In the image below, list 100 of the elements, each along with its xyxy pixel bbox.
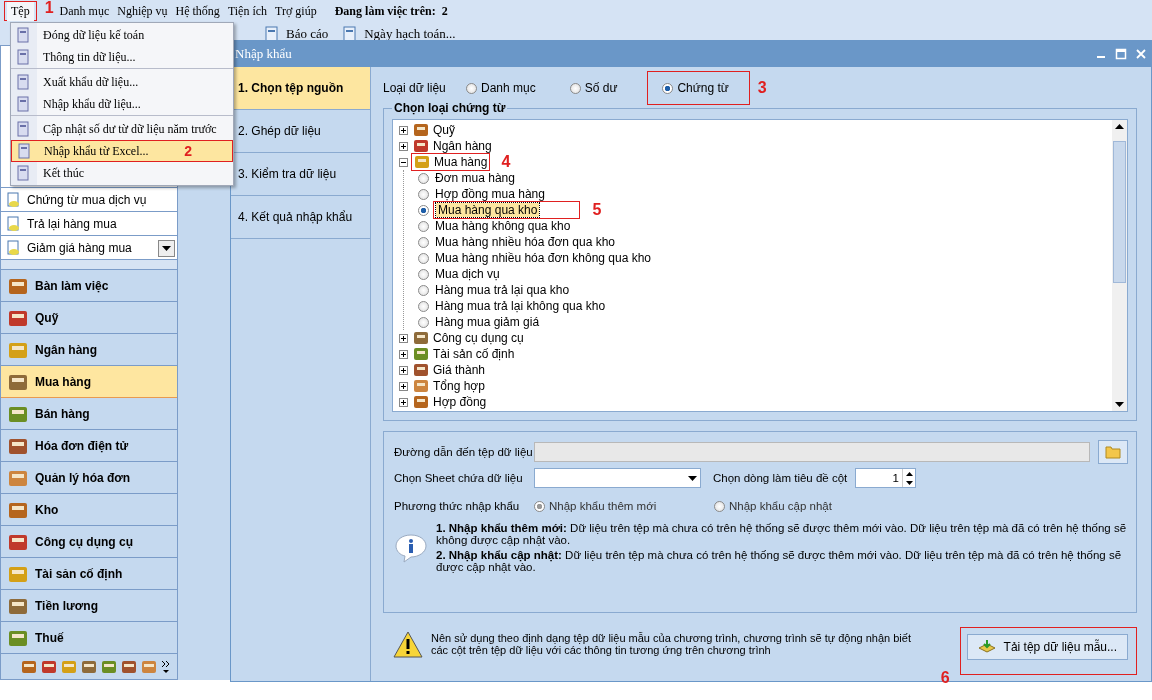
module-button[interactable]: Hóa đơn điện tử: [1, 430, 177, 462]
wizard-step[interactable]: 1. Chọn tệp nguồn: [231, 67, 370, 110]
tree-node[interactable]: Giá thành: [433, 363, 486, 377]
tree-leaf[interactable]: Mua dịch vụ: [433, 267, 502, 281]
tree-leaf[interactable]: Mua hàng nhiều hóa đơn qua kho: [433, 235, 617, 249]
radio-button[interactable]: [418, 188, 429, 200]
tree-node[interactable]: Quỹ: [433, 123, 455, 137]
tree-leaf[interactable]: Đơn mua hàng: [433, 171, 517, 185]
radio-option[interactable]: Chứng từ: [658, 78, 733, 98]
scrollbar-thumb[interactable]: [1113, 141, 1126, 283]
radio-button[interactable]: [418, 300, 429, 312]
module-button[interactable]: Công cụ dụng cụ: [1, 526, 177, 558]
tree-leaf[interactable]: Mua hàng không qua kho: [433, 219, 573, 233]
tree-leaf[interactable]: Hàng mua trả lại qua kho: [433, 283, 572, 297]
module-button[interactable]: Bàn làm việc: [1, 270, 177, 302]
tile-icon[interactable]: [81, 658, 97, 675]
module-button[interactable]: Tài sản cố định: [1, 558, 177, 590]
radio-button[interactable]: [534, 500, 545, 512]
browse-button[interactable]: [1098, 440, 1128, 464]
tree-leaf[interactable]: Hợp đồng mua hàng: [433, 187, 547, 201]
module-button[interactable]: Tiền lương: [1, 590, 177, 622]
radio-button[interactable]: [418, 172, 429, 184]
tree-node[interactable]: Ngân hàng: [433, 139, 492, 153]
radio-button[interactable]: [418, 268, 429, 280]
tree-leaf[interactable]: Mua hàng qua kho: [436, 203, 540, 217]
tile-icon[interactable]: [101, 658, 117, 675]
expand-icon[interactable]: [399, 141, 408, 151]
tree-node[interactable]: Công cụ dụng cụ: [433, 331, 524, 345]
radio-button[interactable]: [418, 316, 429, 328]
tree-leaf[interactable]: Hàng mua giảm giá: [433, 315, 542, 329]
chevron-icon[interactable]: [161, 659, 171, 674]
menu-item[interactable]: Tiện ích: [223, 1, 272, 21]
tree-node[interactable]: Hợp đồng: [433, 395, 487, 409]
download-template-button[interactable]: Tải tệp dữ liệu mẫu...: [966, 634, 1128, 660]
number-spinner[interactable]: 1: [855, 468, 916, 488]
list-item[interactable]: Chứng từ mua dịch vụ: [1, 187, 177, 211]
close-icon[interactable]: [1135, 48, 1147, 60]
annotation-number: 6: [940, 669, 950, 687]
expand-icon[interactable]: [399, 397, 408, 407]
radio-button[interactable]: [418, 220, 429, 232]
list-item[interactable]: Trả lại hàng mua: [1, 211, 177, 235]
radio-button[interactable]: [418, 284, 429, 296]
expand-icon[interactable]: [399, 365, 408, 375]
down-arrow-icon[interactable]: [905, 480, 913, 485]
splitter-grip[interactable]: [1, 260, 177, 270]
expand-icon[interactable]: [399, 381, 408, 391]
module-button[interactable]: Kho: [1, 494, 177, 526]
radio-option[interactable]: Nhập khẩu thêm mới: [534, 500, 714, 512]
tile-icon[interactable]: [41, 658, 57, 675]
menu-item[interactable]: Nhập khẩu từ Excel... 2: [11, 140, 233, 162]
module-button[interactable]: Thuế: [1, 622, 177, 654]
toolbar-button[interactable]: Báo cáo: [264, 25, 329, 42]
module-button[interactable]: Quản lý hóa đơn: [1, 462, 177, 494]
radio-button[interactable]: [418, 204, 429, 216]
tree-node[interactable]: Tài sản cố định: [433, 347, 515, 361]
radio-button[interactable]: [569, 82, 581, 94]
radio-option[interactable]: Số dư: [565, 78, 622, 98]
tile-icon[interactable]: [141, 658, 157, 675]
tile-icon[interactable]: [121, 658, 137, 675]
tile-icon[interactable]: [61, 658, 77, 675]
sheet-dropdown[interactable]: [534, 468, 701, 488]
wizard-step[interactable]: 4. Kết quả nhập khẩu: [231, 196, 370, 239]
maximize-icon[interactable]: [1115, 48, 1127, 60]
module-button[interactable]: Quỹ: [1, 302, 177, 334]
menu-item[interactable]: Thông tin dữ liệu...: [11, 46, 233, 69]
menu-item[interactable]: Nhập khẩu dữ liệu...: [11, 93, 233, 116]
module-button[interactable]: Bán hàng: [1, 398, 177, 430]
tile-icon[interactable]: [21, 658, 37, 675]
expand-icon[interactable]: [399, 333, 408, 343]
radio-button[interactable]: [662, 82, 674, 94]
menu-item[interactable]: Kết thúc: [11, 162, 233, 184]
menu-item[interactable]: Nghiệp vụ: [113, 1, 172, 21]
dropdown-button[interactable]: [158, 240, 175, 257]
menu-item[interactable]: Trợ giúp: [271, 1, 321, 21]
radio-button[interactable]: [418, 252, 429, 264]
radio-option[interactable]: Danh mục: [462, 78, 540, 98]
menu-item[interactable]: Hệ thống: [171, 1, 224, 21]
scrollbar[interactable]: [1112, 120, 1127, 411]
tree-leaf[interactable]: Hàng mua trả lại không qua kho: [433, 299, 608, 313]
collapse-icon[interactable]: [399, 157, 408, 167]
tree-leaf[interactable]: Mua hàng nhiều hóa đơn không qua kho: [433, 251, 654, 265]
radio-option[interactable]: Nhập khẩu cập nhật: [714, 500, 894, 512]
menu-item[interactable]: Đóng dữ liệu kế toán: [11, 24, 233, 46]
expand-icon[interactable]: [399, 349, 408, 359]
radio-button[interactable]: [418, 236, 429, 248]
radio-button[interactable]: [714, 500, 725, 512]
menu-item[interactable]: Cập nhật số dư từ dữ liệu năm trước: [11, 118, 233, 140]
module-button[interactable]: Mua hàng: [1, 366, 177, 398]
expand-icon[interactable]: [399, 125, 408, 135]
menu-item[interactable]: Xuất khẩu dữ liệu...: [11, 71, 233, 93]
document-icon: [15, 165, 31, 181]
up-arrow-icon[interactable]: [1115, 124, 1124, 129]
menu-item[interactable]: Danh mục: [55, 1, 114, 21]
tree-node[interactable]: Tổng hợp: [433, 379, 485, 393]
up-arrow-icon[interactable]: [905, 471, 913, 476]
note-text: 1. Nhập khẩu thêm mới: Dữ liệu trên tệp mà chưa có trên hệ thống sẽ được thêm mới vào. Dữ liệu trên tệp mà đã có trên hệ thống sẽ không được cập nhật vào.: [436, 522, 1128, 546]
down-arrow-icon[interactable]: [1115, 402, 1124, 407]
tree-node[interactable]: Mua hàng: [434, 155, 488, 169]
radio-button[interactable]: [466, 82, 477, 94]
menu-item[interactable]: Tệp: [7, 1, 34, 21]
